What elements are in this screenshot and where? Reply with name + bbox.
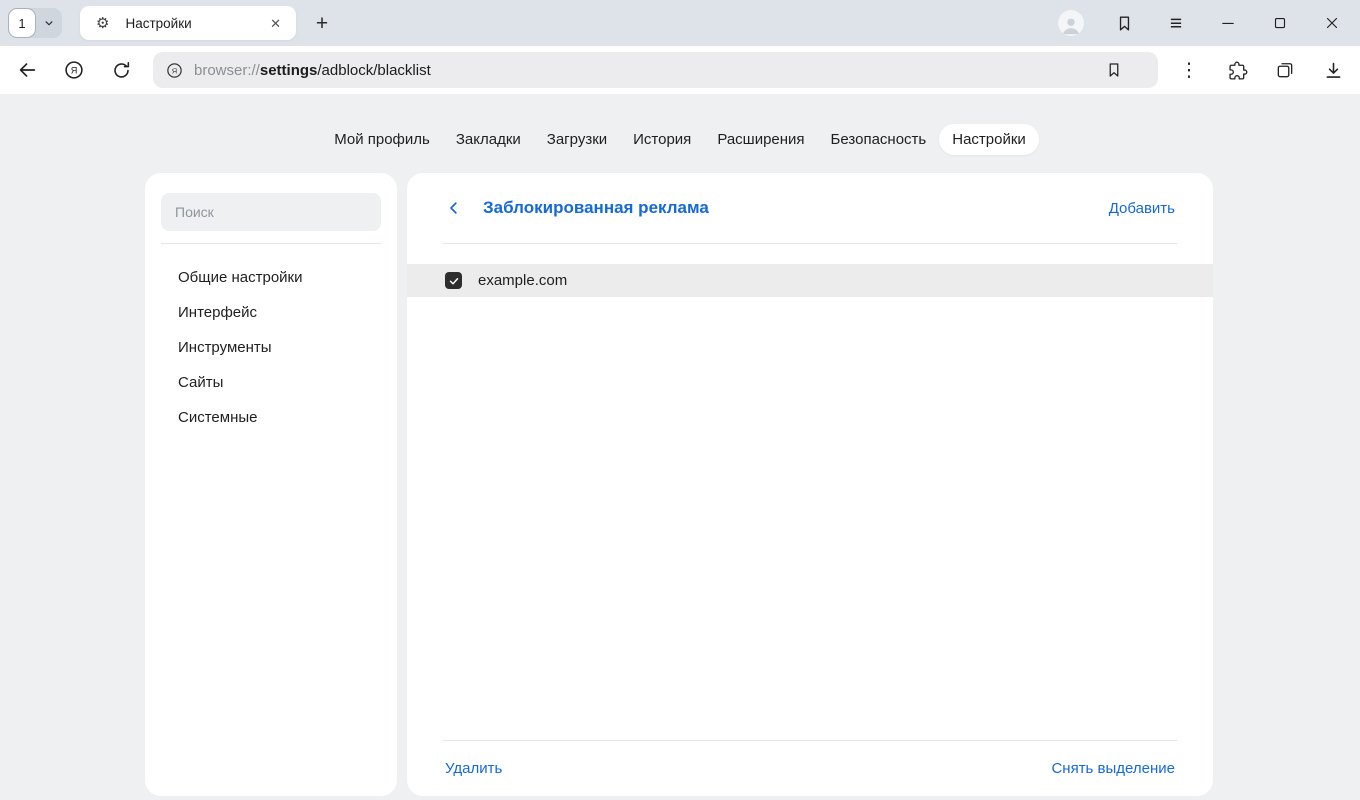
svg-text:Я: Я [172, 66, 177, 75]
panel-back-chevron-icon[interactable] [445, 199, 463, 217]
nav-tab-downloads[interactable]: Загрузки [534, 124, 620, 155]
address-bar[interactable]: Я browser://settings/adblock/blacklist [153, 52, 1158, 88]
nav-tab-history[interactable]: История [620, 124, 704, 155]
tab-group-count[interactable]: 1 [8, 8, 36, 38]
panel-footer: Удалить Снять выделение [407, 740, 1213, 796]
nav-tab-bookmarks[interactable]: Закладки [443, 124, 534, 155]
settings-sidebar: Общие настройки Интерфейс Инструменты Са… [145, 173, 397, 796]
nav-tab-security[interactable]: Безопасность [818, 124, 940, 155]
tab-group-chip[interactable]: 1 [8, 8, 62, 38]
delete-button[interactable]: Удалить [445, 760, 502, 777]
tab-close-icon[interactable]: ✕ [265, 15, 286, 32]
add-button[interactable]: Добавить [1109, 200, 1175, 217]
url-text: browser://settings/adblock/blacklist [194, 62, 431, 79]
window-maximize-button[interactable] [1268, 11, 1292, 35]
blacklist-row[interactable]: example.com [407, 264, 1213, 297]
nav-tab-extensions[interactable]: Расширения [704, 124, 817, 155]
sidebar-item-interface[interactable]: Интерфейс [161, 295, 381, 330]
blocked-ads-panel: Заблокированная реклама Добавить example… [407, 173, 1213, 796]
tab-title: Настройки [125, 16, 265, 31]
sidebar-item-general[interactable]: Общие настройки [161, 260, 381, 295]
sidebar-item-sites[interactable]: Сайты [161, 365, 381, 400]
browser-toolbar: Я Я browser://settings/adblock/blacklist… [0, 46, 1360, 94]
panel-header: Заблокированная реклама Добавить [407, 173, 1213, 243]
downloads-icon[interactable] [1318, 55, 1348, 85]
extensions-puzzle-icon[interactable] [1222, 55, 1252, 85]
new-tab-button[interactable]: + [308, 9, 336, 37]
deselect-button[interactable]: Снять выделение [1051, 760, 1175, 777]
window-minimize-button[interactable] [1216, 11, 1240, 35]
url-highlight: settings [260, 62, 318, 79]
url-prefix: browser:// [194, 62, 260, 79]
panel-title: Заблокированная реклама [483, 198, 709, 218]
row-domain: example.com [478, 272, 567, 289]
sidebar-menu: Общие настройки Интерфейс Инструменты Са… [161, 260, 381, 435]
panel-header-divider [443, 243, 1177, 244]
yandex-home-icon[interactable]: Я [59, 55, 89, 85]
reload-button[interactable] [106, 55, 136, 85]
settings-page: Мой профиль Закладки Загрузки История Ра… [0, 94, 1360, 800]
settings-favicon-gear-icon: ⚙ [96, 16, 109, 31]
profile-avatar[interactable] [1058, 10, 1084, 36]
sidebar-item-system[interactable]: Системные [161, 400, 381, 435]
side-panels-icon[interactable] [1270, 55, 1300, 85]
browser-tab-bar: 1 ⚙ Настройки ✕ + ≡ [0, 0, 1360, 46]
blacklist-rows: example.com [407, 264, 1213, 297]
sidebar-divider [161, 243, 381, 244]
more-options-icon[interactable]: ⋮ [1174, 55, 1204, 85]
nav-tab-profile[interactable]: Мой профиль [321, 124, 443, 155]
row-checkbox-checked[interactable] [445, 272, 462, 289]
active-browser-tab[interactable]: ⚙ Настройки ✕ [80, 6, 296, 40]
url-suffix: /adblock/blacklist [317, 62, 430, 79]
menu-hamburger-icon[interactable]: ≡ [1164, 11, 1188, 35]
svg-text:Я: Я [71, 66, 78, 76]
window-close-button[interactable] [1320, 11, 1344, 35]
nav-tab-settings[interactable]: Настройки [939, 124, 1039, 155]
bookmarks-panel-icon[interactable] [1112, 11, 1136, 35]
sidebar-item-tools[interactable]: Инструменты [161, 330, 381, 365]
search-input[interactable] [161, 193, 381, 231]
settings-top-nav: Мой профиль Закладки Загрузки История Ра… [0, 124, 1360, 155]
chevron-down-icon[interactable] [36, 16, 62, 30]
page-scheme-icon: Я [165, 61, 184, 80]
bookmark-page-icon[interactable] [1099, 55, 1129, 85]
back-button[interactable] [12, 55, 42, 85]
